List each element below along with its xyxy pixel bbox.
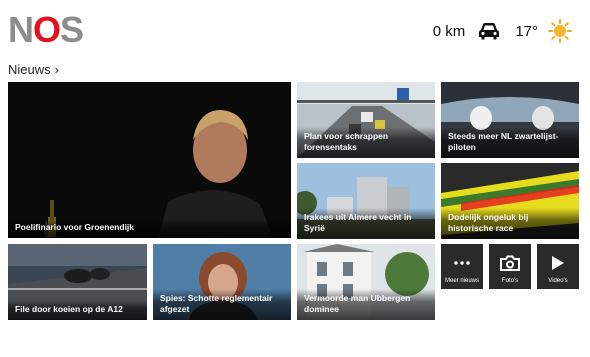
section-title: Nieuws [8, 62, 51, 77]
nos-logo: NOS [8, 9, 84, 50]
news-caption: Plan voor schrappen forensentaks [297, 127, 435, 158]
news-tile-piloten[interactable]: Steeds meer NL zwartelijst-piloten [441, 82, 579, 158]
news-caption: Dodelijk ongeluk bij historische race [441, 208, 579, 239]
button-label: Video's [548, 277, 568, 284]
traffic-distance[interactable]: 0 km [433, 23, 466, 40]
sun-icon[interactable] [548, 19, 572, 43]
news-tile-ubbergen[interactable]: Vermoorde man Ubbergen dominee [297, 244, 435, 320]
camera-icon [500, 254, 520, 272]
videos-button[interactable]: Video's [537, 244, 579, 289]
news-tile-spies[interactable]: Spies: Schotte reglementair afgezet [153, 244, 291, 320]
news-tile-ongeluk[interactable]: Dodelijk ongeluk bij historische race [441, 163, 579, 239]
news-caption: Spies: Schotte reglementair afgezet [153, 289, 291, 320]
logo-letter-o: O [33, 9, 61, 50]
news-caption: Poelifinario voor Groenendijk [8, 217, 291, 238]
more-news-button[interactable]: Meer nieuws [441, 244, 483, 289]
news-tile-file-koeien[interactable]: File door koeien op de A12 [8, 244, 147, 320]
news-caption: Steeds meer NL zwartelijst-piloten [441, 127, 579, 158]
photos-button[interactable]: Foto's [489, 244, 531, 289]
logo-letter-s: S [60, 9, 84, 50]
news-tile-irakees[interactable]: Irakees uit Almere vecht in Syrië [297, 163, 435, 239]
news-caption: Irakees uit Almere vecht in Syrië [297, 208, 435, 239]
temperature[interactable]: 17° [515, 23, 538, 40]
more-icon [453, 254, 471, 272]
news-tile-forensentaks[interactable]: Plan voor schrappen forensentaks [297, 82, 435, 158]
news-caption: File door koeien op de A12 [8, 299, 147, 320]
status-bar: 0 km 17° [433, 17, 572, 45]
button-label: Meer nieuws [444, 277, 479, 284]
car-icon[interactable] [477, 21, 501, 41]
news-caption: Vermoorde man Ubbergen dominee [297, 289, 435, 320]
chevron-right-icon: › [54, 62, 59, 77]
news-photo-poelifinario [8, 82, 291, 238]
section-header[interactable]: Nieuws › [8, 62, 59, 77]
play-icon [551, 254, 565, 272]
button-label: Foto's [501, 277, 519, 284]
news-tile-poelifinario[interactable]: Poelifinario voor Groenendijk [8, 82, 291, 238]
logo-letter-n: N [8, 9, 34, 50]
